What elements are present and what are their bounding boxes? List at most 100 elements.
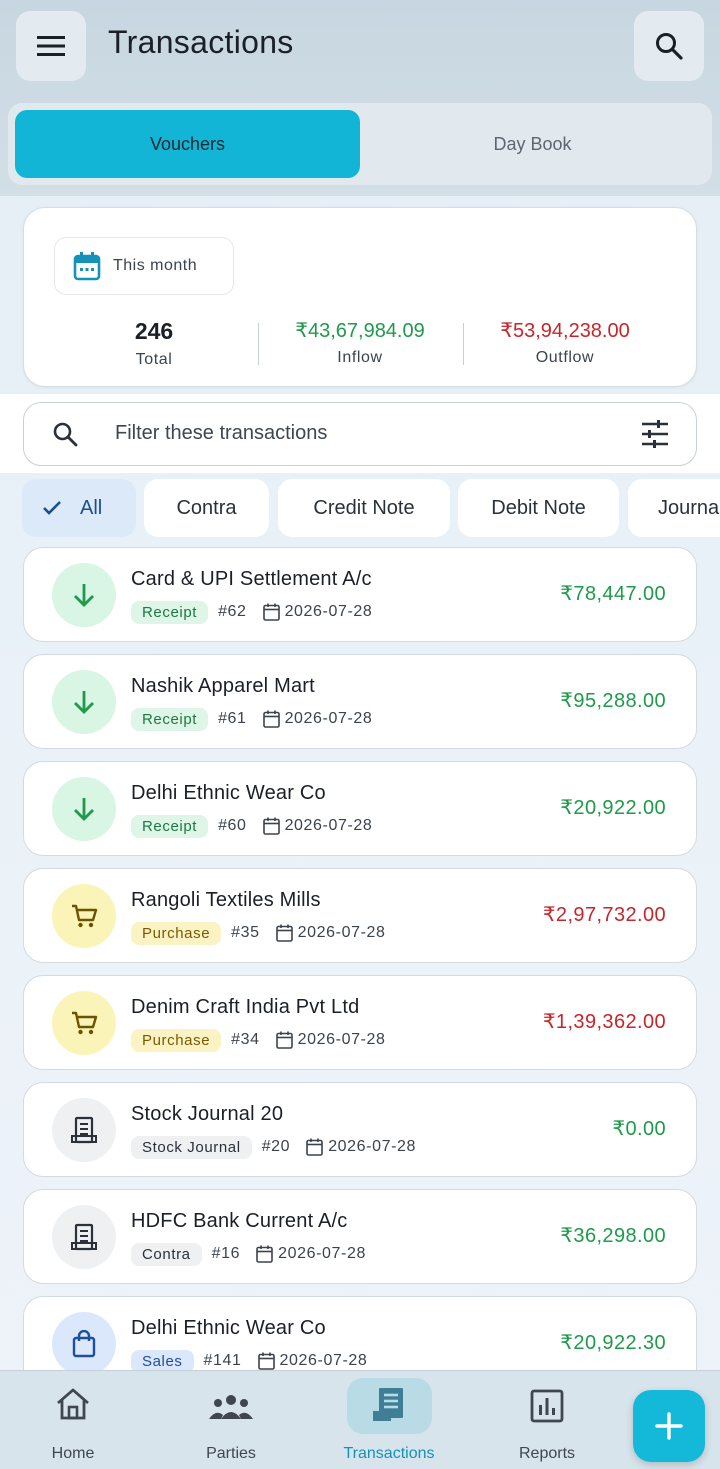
date-group: 2026-07-28: [262, 603, 373, 621]
transaction-meta: Purchase #34 2026-07-28: [131, 1028, 386, 1052]
bottom-navigation: Home Parties Transactions Reports: [0, 1370, 720, 1469]
date-group: 2026-07-28: [306, 1138, 416, 1156]
chip-journal[interactable]: Journal: [628, 479, 720, 537]
chip-label: Credit Note: [313, 496, 415, 519]
voucher-date: 2026-07-28: [328, 1138, 417, 1155]
add-transaction-button[interactable]: [633, 1390, 705, 1462]
party-name: HDFC Bank Current A/c: [131, 1210, 348, 1232]
calendar-icon: [275, 1031, 293, 1049]
tab-vouchers[interactable]: Vouchers: [15, 110, 360, 178]
voucher-number: #35: [231, 924, 260, 941]
chip-debit-note[interactable]: Debit Note: [458, 479, 619, 537]
filter-placeholder: Filter these transactions: [115, 422, 328, 444]
arrow-down-icon: [52, 670, 116, 734]
page-title: Transactions: [108, 24, 294, 60]
date-group: 2026-07-28: [256, 1245, 366, 1263]
app-header: Transactions Vouchers Day Book: [0, 0, 720, 196]
filter-bar: Filter these transactions: [0, 394, 720, 473]
voucher-type-badge: Contra: [131, 1242, 202, 1266]
summary-card: This month 246 Total ₹43,67,984.09 Inflo…: [23, 207, 697, 387]
divider: [463, 323, 464, 365]
transaction-row[interactable]: Nashik Apparel Mart Receipt #61 2026-07-…: [23, 654, 697, 749]
transaction-meta: Sales #141 2026-07-28: [131, 1349, 367, 1370]
chip-label: Debit Note: [491, 496, 586, 519]
party-name: Nashik Apparel Mart: [131, 675, 315, 697]
voucher-number: #61: [218, 710, 247, 727]
transactions-icon: [373, 1388, 403, 1421]
voucher-date: 2026-07-28: [297, 1031, 386, 1048]
voucher-type-badge: Receipt: [131, 707, 209, 731]
reports-icon: [530, 1389, 564, 1423]
menu-icon: [37, 36, 65, 56]
transaction-meta: Receipt #60 2026-07-28: [131, 814, 372, 838]
tab-day-book[interactable]: Day Book: [360, 110, 705, 178]
outflow-stat: ₹53,94,238.00 Outflow: [465, 318, 665, 367]
voucher-type-badge: Purchase: [131, 1028, 222, 1052]
date-group: 2026-07-28: [257, 1352, 368, 1370]
date-group: 2026-07-28: [262, 817, 373, 835]
tune-icon[interactable]: [640, 420, 670, 448]
receipt-icon: [52, 1205, 116, 1269]
transaction-row[interactable]: HDFC Bank Current A/c Contra #16 2026-07…: [23, 1189, 697, 1284]
cart-icon: [52, 991, 116, 1055]
transaction-amount: ₹1,39,362.00: [542, 1011, 666, 1033]
search-button[interactable]: [634, 11, 704, 81]
transaction-row[interactable]: Rangoli Textiles Mills Purchase #35 2026…: [23, 868, 697, 963]
nav-home[interactable]: Home: [3, 1371, 143, 1469]
voucher-type-badge: Purchase: [131, 921, 222, 945]
transaction-row[interactable]: Stock Journal 20 Stock Journal #20 2026-…: [23, 1082, 697, 1177]
calendar-icon: [262, 603, 280, 621]
voucher-number: #141: [203, 1352, 242, 1369]
check-icon: [43, 501, 61, 515]
transaction-row[interactable]: Delhi Ethnic Wear Co Receipt #60 2026-07…: [23, 761, 697, 856]
menu-button[interactable]: [16, 11, 86, 81]
transaction-row[interactable]: Denim Craft India Pvt Ltd Purchase #34 2…: [23, 975, 697, 1070]
filter-chips: All Contra Credit Note Debit Note Journa…: [0, 473, 720, 543]
chip-label: All: [80, 496, 103, 519]
party-name: Delhi Ethnic Wear Co: [131, 1317, 326, 1339]
inflow-label: Inflow: [337, 349, 383, 366]
transaction-meta: Contra #16 2026-07-28: [131, 1242, 366, 1266]
arrow-down-icon: [52, 777, 116, 841]
nav-label: Reports: [518, 1445, 576, 1462]
transaction-row[interactable]: Delhi Ethnic Wear Co Sales #141 2026-07-…: [23, 1296, 697, 1370]
nav-label: Parties: [206, 1445, 256, 1462]
voucher-date: 2026-07-28: [278, 1245, 366, 1262]
transaction-amount: ₹2,97,732.00: [542, 904, 666, 926]
chip-credit-note[interactable]: Credit Note: [278, 479, 450, 537]
voucher-number: #62: [218, 603, 247, 620]
chip-contra[interactable]: Contra: [144, 479, 269, 537]
voucher-date: 2026-07-28: [284, 603, 373, 620]
transaction-amount: ₹20,922.00: [560, 797, 666, 819]
filter-input[interactable]: Filter these transactions: [23, 402, 697, 466]
nav-reports[interactable]: Reports: [477, 1371, 617, 1469]
transaction-meta: Receipt #62 2026-07-28: [131, 600, 372, 624]
chip-label: Journal: [658, 496, 720, 519]
voucher-number: #60: [218, 817, 247, 834]
voucher-date: 2026-07-28: [279, 1352, 368, 1369]
voucher-type-badge: Stock Journal: [131, 1135, 252, 1159]
date-group: 2026-07-28: [262, 710, 373, 728]
period-selector[interactable]: This month: [54, 237, 234, 295]
search-icon: [53, 422, 78, 447]
transaction-row[interactable]: Card & UPI Settlement A/c Receipt #62 20…: [23, 547, 697, 642]
transaction-meta: Purchase #35 2026-07-28: [131, 921, 386, 945]
voucher-type-badge: Receipt: [131, 814, 209, 838]
party-name: Rangoli Textiles Mills: [131, 889, 321, 911]
chip-all[interactable]: All: [22, 479, 136, 537]
nav-parties[interactable]: Parties: [161, 1371, 301, 1469]
shopping-bag-icon: [52, 1312, 116, 1370]
party-name: Delhi Ethnic Wear Co: [131, 782, 326, 804]
transaction-amount: ₹36,298.00: [560, 1225, 666, 1247]
party-name: Card & UPI Settlement A/c: [131, 568, 372, 590]
cart-icon: [52, 884, 116, 948]
calendar-icon: [275, 924, 293, 942]
calendar-icon: [262, 817, 280, 835]
calendar-icon: [306, 1138, 323, 1156]
voucher-date: 2026-07-28: [297, 924, 386, 941]
transaction-meta: Receipt #61 2026-07-28: [131, 707, 372, 731]
plus-icon: [655, 1412, 683, 1440]
search-icon: [656, 33, 683, 60]
nav-transactions[interactable]: Transactions: [319, 1371, 459, 1469]
transaction-amount: ₹78,447.00: [560, 583, 666, 605]
